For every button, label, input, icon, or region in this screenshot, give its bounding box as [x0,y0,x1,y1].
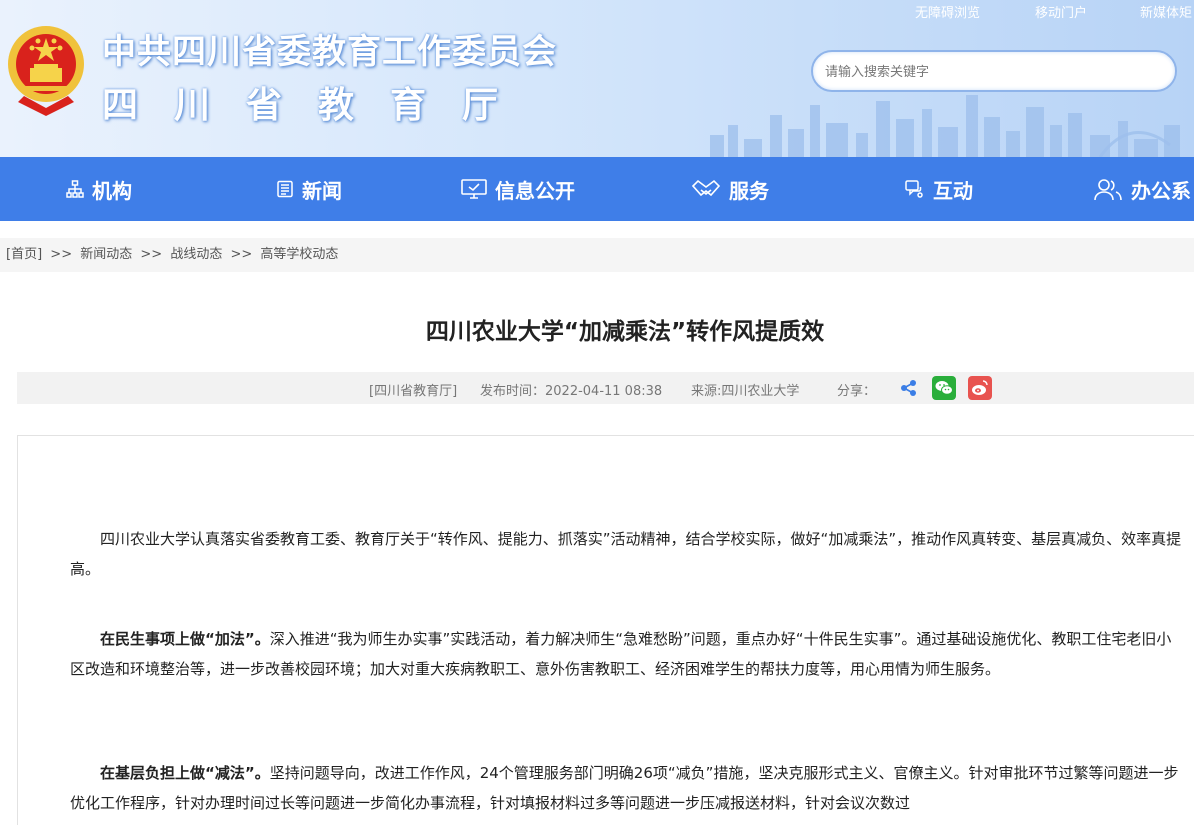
nav-label: 机构 [92,178,132,203]
nav-item-news[interactable]: 新闻 [276,157,342,221]
nav-item-organization[interactable]: 机构 [66,157,132,221]
chat-icon [905,180,923,198]
new-media-link[interactable]: 新媒体矩 [1140,2,1192,21]
site-header: 中共四川省委教育工作委员会 四川省教育厅 无障碍浏览 移动门户 新媒体矩 [0,0,1194,157]
breadcrumb: [首页] >> 新闻动态 >> 战线动态 >> 高等学校动态 [0,238,1194,272]
mobile-portal-link[interactable]: 移动门户 [1035,2,1087,21]
nav-label: 服务 [729,178,769,203]
share-icon[interactable] [897,376,921,400]
main-nav: 机构 新闻 信息公开 服务 互动 办公系 [0,157,1194,221]
users-icon [1094,179,1122,201]
breadcrumb-university-news[interactable]: 高等学校动态 [260,247,338,262]
breadcrumb-separator: >> [230,247,253,262]
accessibility-link[interactable]: 无障碍浏览 [915,2,980,21]
org-chart-icon [66,180,84,198]
nav-item-info-disclosure[interactable]: 信息公开 [461,157,575,221]
wechat-icon[interactable] [932,376,956,400]
search-input[interactable] [825,62,1155,82]
article-meta-bar: [四川省教育厅] 发布时间：2022-04-11 08:38 来源:四川农业大学… [17,372,1194,404]
article-paragraph: 四川农业大学认真落实省委教育工委、教育厅关于“转作风、提能力、抓落实”活动精神，… [70,524,1185,584]
weibo-icon[interactable] [968,376,992,400]
breadcrumb-sector-news[interactable]: 战线动态 [170,247,222,262]
city-skyline-decoration [710,95,1180,157]
nav-label: 信息公开 [495,178,575,203]
nav-label: 互动 [933,178,973,203]
article-paragraph: 在基层负担上做“减法”。坚持问题导向，改进工作作风，24个管理服务部门明确26项… [70,758,1185,818]
nav-label: 新闻 [302,178,342,203]
nav-item-services[interactable]: 服务 [691,157,769,221]
breadcrumb-news[interactable]: 新闻动态 [80,247,132,262]
news-icon [277,180,293,198]
handshake-icon [691,179,721,197]
breadcrumb-separator: >> [140,247,163,262]
share-label: 分享： [837,384,877,399]
paragraph-text: 四川农业大学认真落实省委教育工委、教育厅关于“转作风、提能力、抓落实”活动精神，… [70,530,1182,578]
article-title: 四川农业大学“加减乘法”转作风提质效 [425,319,825,345]
nav-label: 办公系 [1131,178,1191,203]
paragraph-lead: 在基层负担上做“减法”。 [100,764,270,782]
monitor-icon [461,179,487,199]
national-emblem-logo [8,26,84,116]
source-tag: [四川省教育厅] [369,384,458,399]
publish-time: 发布时间：2022-04-11 08:38 [480,384,663,399]
site-title-line2: 四川省教育厅 [102,85,535,126]
nav-item-interaction[interactable]: 互动 [905,157,973,221]
article-paragraph: 在民生事项上做“加法”。深入推进“我为师生办实事”实践活动，着力解决师生“急难愁… [70,624,1185,684]
article-origin: 来源:四川农业大学 [691,384,800,399]
breadcrumb-home[interactable]: [首页] [6,247,42,262]
site-title-line1: 中共四川省委教育工作委员会 [102,32,557,72]
search-box [811,50,1177,92]
paragraph-lead: 在民生事项上做“加法”。 [100,630,270,648]
breadcrumb-separator: >> [50,247,73,262]
nav-item-office-system[interactable]: 办公系 [1093,157,1191,221]
